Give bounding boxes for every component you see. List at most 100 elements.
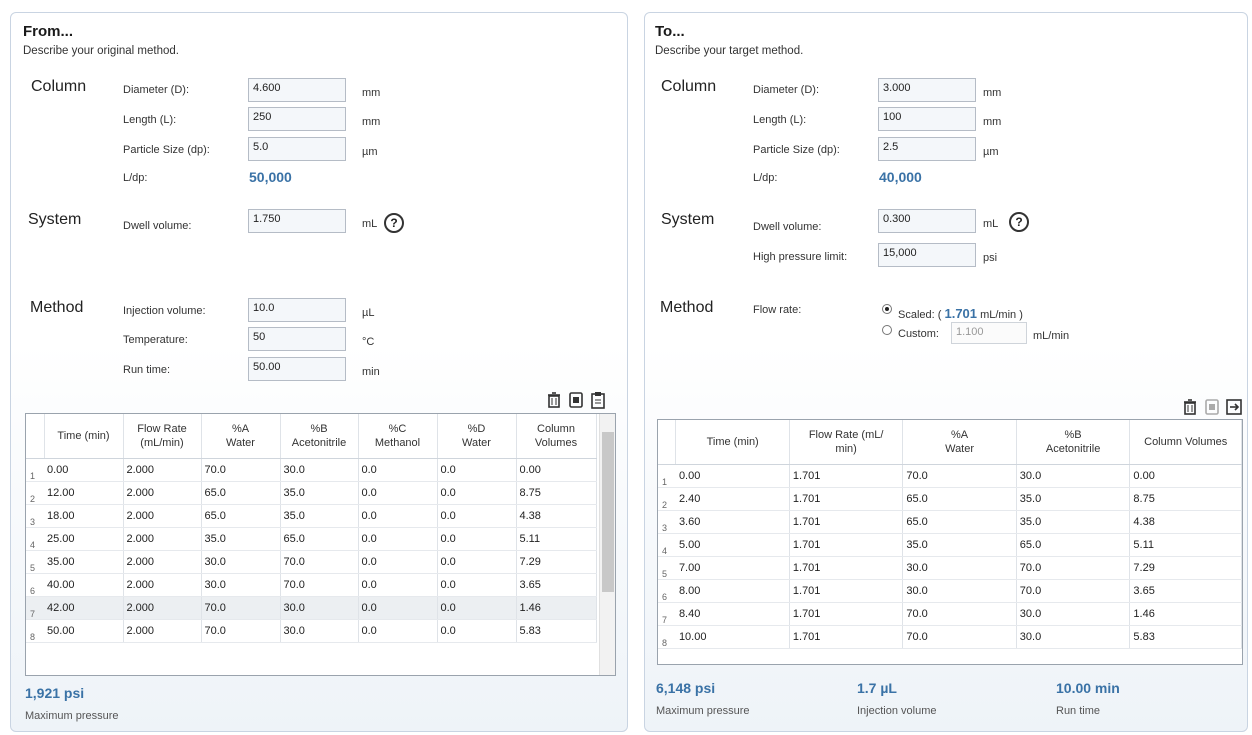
table-cell[interactable]: 0.0 <box>358 504 438 528</box>
temperature-input[interactable]: 50 <box>248 327 346 351</box>
table-row[interactable]: 8 50.00 2.000 70.0 30.0 0.0 0.0 5.83 <box>26 619 597 643</box>
table-cell[interactable]: 5.00 <box>675 533 790 557</box>
table-cell[interactable]: 8.40 <box>675 602 790 626</box>
table-cell[interactable]: 1.701 <box>789 602 904 626</box>
table-row[interactable]: 2 12.00 2.000 65.0 35.0 0.0 0.0 8.75 <box>26 481 597 505</box>
table-cell[interactable]: 65.0 <box>1016 533 1131 557</box>
table-cell[interactable]: 7.29 <box>516 550 597 574</box>
table-cell[interactable]: 65.0 <box>902 487 1017 511</box>
table-cell[interactable]: 70.0 <box>201 619 281 643</box>
table-cell[interactable]: 25.00 <box>44 527 124 551</box>
table-row[interactable]: 3 3.60 1.701 65.0 35.0 4.38 <box>658 510 1242 534</box>
table-cell[interactable]: 30.0 <box>902 579 1017 603</box>
column-header[interactable]: %C Methanol <box>358 414 438 459</box>
table-cell[interactable]: 4.38 <box>516 504 597 528</box>
table-cell[interactable]: 2.40 <box>675 487 790 511</box>
table-cell[interactable]: 1.701 <box>789 487 904 511</box>
table-cell[interactable]: 5.11 <box>516 527 597 551</box>
table-cell[interactable]: 2.000 <box>123 573 202 597</box>
column-header[interactable]: Time (min) <box>44 414 124 459</box>
table-cell[interactable]: 70.0 <box>280 573 359 597</box>
column-header[interactable]: Flow Rate (mL/min) <box>789 420 904 465</box>
column-header[interactable]: %A Water <box>902 420 1017 465</box>
length-input[interactable]: 250 <box>248 107 346 131</box>
length-input[interactable]: 100 <box>878 107 976 131</box>
table-cell[interactable]: 35.0 <box>280 481 359 505</box>
table-cell[interactable]: 0.0 <box>358 619 438 643</box>
table-cell[interactable]: 0.0 <box>358 458 438 482</box>
table-cell[interactable]: 0.00 <box>44 458 124 482</box>
dwell-help-icon[interactable]: ? <box>1009 212 1029 232</box>
table-cell[interactable]: 30.0 <box>1016 464 1131 488</box>
diameter-input[interactable]: 4.600 <box>248 78 346 102</box>
table-cell[interactable]: 30.0 <box>201 550 281 574</box>
custom-label[interactable]: Custom: <box>898 328 939 340</box>
table-row[interactable]: 1 0.00 2.000 70.0 30.0 0.0 0.0 0.00 <box>26 458 597 482</box>
table-cell[interactable]: 35.0 <box>280 504 359 528</box>
dwell-volume-input[interactable]: 1.750 <box>248 209 346 233</box>
table-cell[interactable]: 10.00 <box>675 625 790 649</box>
table-row[interactable]: 7 8.40 1.701 70.0 30.0 1.46 <box>658 602 1242 626</box>
table-cell[interactable]: 7.29 <box>1129 556 1242 580</box>
table-cell[interactable]: 18.00 <box>44 504 124 528</box>
column-header[interactable]: Flow Rate (mL/min) <box>123 414 202 459</box>
table-cell[interactable]: 8.75 <box>1129 487 1242 511</box>
paste-icon[interactable] <box>589 391 607 409</box>
table-cell[interactable]: 42.00 <box>44 596 124 620</box>
table-cell[interactable]: 2.000 <box>123 527 202 551</box>
table-cell[interactable]: 3.60 <box>675 510 790 534</box>
table-cell[interactable]: 30.0 <box>1016 625 1131 649</box>
custom-radio[interactable] <box>882 325 892 335</box>
table-cell[interactable]: 4.38 <box>1129 510 1242 534</box>
table-cell[interactable]: 5.83 <box>516 619 597 643</box>
table-cell[interactable]: 0.0 <box>437 481 517 505</box>
particle-size-input[interactable]: 2.5 <box>878 137 976 161</box>
table-cell[interactable]: 0.0 <box>437 527 517 551</box>
column-header[interactable]: %A Water <box>201 414 281 459</box>
scaled-radio[interactable] <box>882 304 892 314</box>
table-cell[interactable]: 0.0 <box>437 458 517 482</box>
table-cell[interactable]: 30.0 <box>902 556 1017 580</box>
run-time-input[interactable]: 50.00 <box>248 357 346 381</box>
table-cell[interactable]: 3.65 <box>516 573 597 597</box>
table-row[interactable]: 6 40.00 2.000 30.0 70.0 0.0 0.0 3.65 <box>26 573 597 597</box>
column-header[interactable]: %B Acetonitrile <box>280 414 359 459</box>
table-cell[interactable]: 0.0 <box>358 481 438 505</box>
table-cell[interactable]: 30.0 <box>201 573 281 597</box>
table-cell[interactable]: 0.00 <box>516 458 597 482</box>
table-cell[interactable]: 65.0 <box>902 510 1017 534</box>
table-cell[interactable]: 8.75 <box>516 481 597 505</box>
table-row[interactable]: 2 2.40 1.701 65.0 35.0 8.75 <box>658 487 1242 511</box>
column-header[interactable]: Column Volumes <box>516 414 597 459</box>
delete-icon[interactable] <box>1181 398 1199 416</box>
table-cell[interactable]: 70.0 <box>902 464 1017 488</box>
table-cell[interactable]: 1.701 <box>789 579 904 603</box>
table-cell[interactable]: 0.00 <box>1129 464 1242 488</box>
table-cell[interactable]: 30.0 <box>280 458 359 482</box>
injection-volume-input[interactable]: 10.0 <box>248 298 346 322</box>
table-cell[interactable]: 30.0 <box>280 619 359 643</box>
table-cell[interactable]: 0.0 <box>437 573 517 597</box>
particle-size-input[interactable]: 5.0 <box>248 137 346 161</box>
copy-icon[interactable] <box>567 391 585 409</box>
table-cell[interactable]: 65.0 <box>201 504 281 528</box>
table-cell[interactable]: 2.000 <box>123 596 202 620</box>
gradient-table-from[interactable]: Time (min) Flow Rate (mL/min) %A Water %B A… <box>25 413 616 676</box>
export-icon[interactable] <box>1225 398 1243 416</box>
scrollbar-thumb[interactable] <box>602 432 614 592</box>
column-header[interactable]: %B Acetonitrile <box>1016 420 1131 465</box>
table-cell[interactable]: 1.46 <box>516 596 597 620</box>
table-cell[interactable]: 0.0 <box>358 573 438 597</box>
delete-icon[interactable] <box>545 391 563 409</box>
table-row[interactable]: 6 8.00 1.701 30.0 70.0 3.65 <box>658 579 1242 603</box>
table-cell[interactable]: 70.0 <box>201 458 281 482</box>
dwell-help-icon[interactable]: ? <box>384 213 404 233</box>
table-cell[interactable]: 40.00 <box>44 573 124 597</box>
dwell-volume-input[interactable]: 0.300 <box>878 209 976 233</box>
table-cell[interactable]: 30.0 <box>1016 602 1131 626</box>
table-cell[interactable]: 1.701 <box>789 625 904 649</box>
table-cell[interactable]: 1.701 <box>789 533 904 557</box>
table-cell[interactable]: 1.701 <box>789 556 904 580</box>
column-header[interactable]: Column Volumes <box>1129 420 1242 465</box>
table-cell[interactable]: 12.00 <box>44 481 124 505</box>
